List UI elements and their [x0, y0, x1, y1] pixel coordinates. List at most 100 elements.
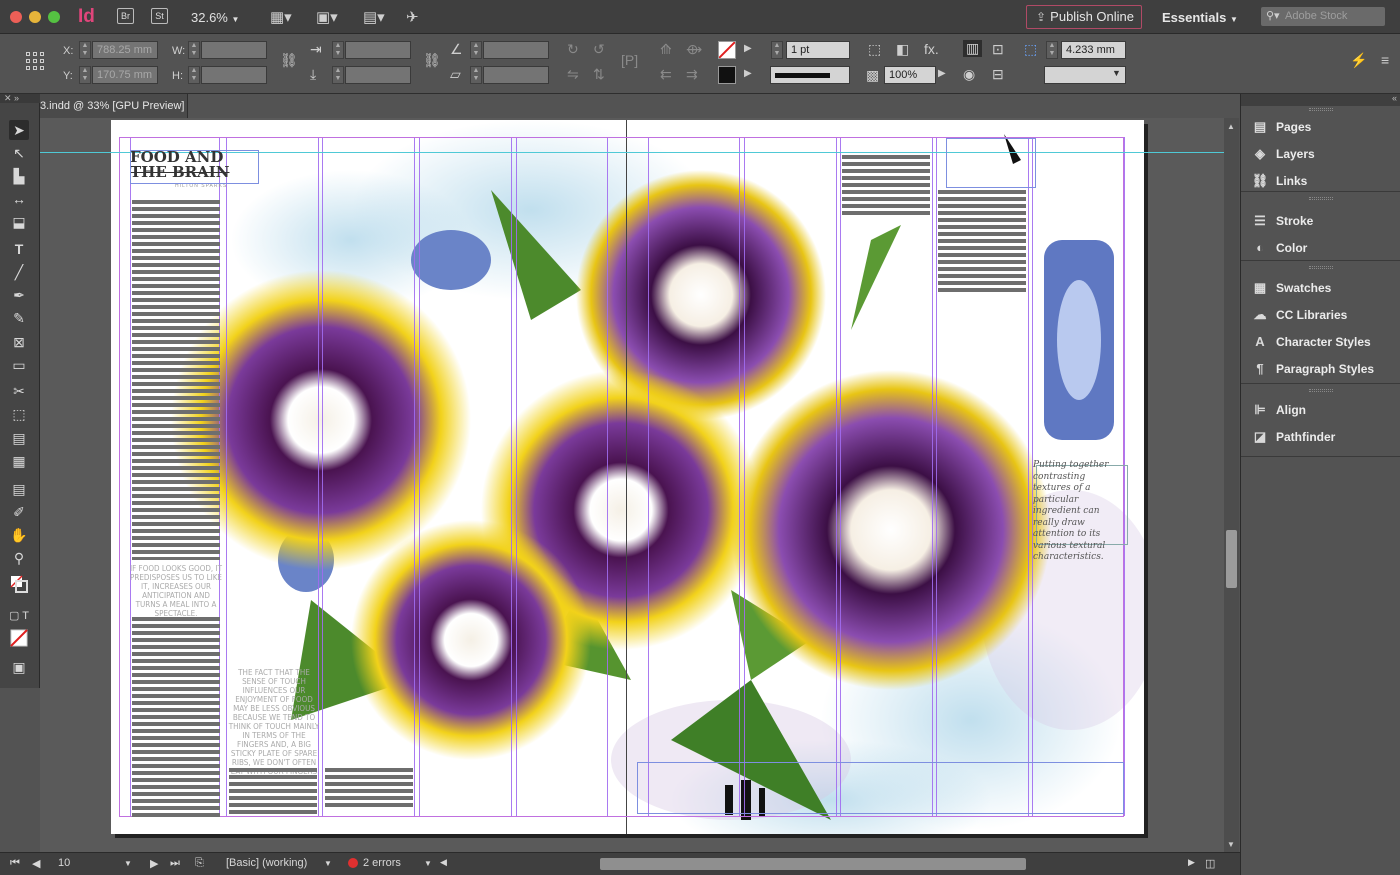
gpu-performance-icon[interactable]: ✈ [406, 8, 419, 26]
text-wrap-jump-icon[interactable]: ⊟ [992, 66, 1004, 83]
image-frame-top-right[interactable] [946, 138, 1036, 188]
bottom-image-frame[interactable] [637, 762, 1124, 814]
workspace-switcher[interactable]: Essentials ▼ [1162, 10, 1238, 25]
select-previous-icon[interactable]: ⇇ [660, 66, 672, 83]
previous-page-icon[interactable]: ◀ [32, 857, 40, 870]
flip-horizontal-icon[interactable]: ⇋ [567, 66, 579, 83]
fill-none-swatch[interactable] [718, 41, 736, 59]
select-content-icon[interactable]: ⟴ [686, 41, 702, 58]
chevron-down-icon[interactable]: ▼ [324, 859, 332, 868]
gap-stepper[interactable]: ▲ ▼ [1046, 41, 1058, 59]
pen-tool-icon[interactable]: ✒ [9, 285, 29, 305]
body-text-column-8[interactable] [938, 190, 1026, 295]
x-position-field[interactable]: 788.25 mm [92, 41, 158, 59]
stock-button[interactable]: St [151, 8, 168, 24]
horizontal-scroll-thumb[interactable] [600, 858, 1026, 870]
y-stepper[interactable]: ▲ ▼ [79, 66, 91, 84]
h-stepper[interactable]: ▲ ▼ [188, 66, 200, 84]
scale-x-field[interactable] [345, 41, 411, 59]
page-spread[interactable]: FOOD AND THE BRAIN HILTON SPARKS IF FOOD… [40, 120, 1224, 834]
direct-selection-tool-icon[interactable]: ↖ [9, 143, 29, 163]
swatches-panel-button[interactable]: ▦ Swatches [1251, 278, 1332, 298]
panel-menu-icon[interactable]: ≡ [1381, 52, 1389, 68]
headline-frame[interactable] [130, 150, 259, 184]
formatting-affects-container-icon[interactable]: ▢ T [9, 606, 29, 626]
vertical-scrollbar[interactable]: ▲ ▼ [1224, 118, 1239, 852]
color-panel-button[interactable]: ◐ Color [1251, 238, 1307, 258]
character-styles-panel-button[interactable]: A Character Styles [1251, 332, 1370, 352]
pages-panel-button[interactable]: ▤ Pages [1251, 117, 1312, 137]
fill-dropdown-icon[interactable]: ▶ [744, 43, 752, 54]
adobe-stock-search-input[interactable]: ⚲▾ Adobe Stock [1261, 7, 1385, 26]
chevron-down-icon[interactable]: ▼ [124, 859, 132, 868]
x-stepper[interactable]: ▲ ▼ [79, 41, 91, 59]
panel-dock-header[interactable]: « [1241, 93, 1400, 106]
body-text-column-1[interactable] [132, 200, 220, 560]
selection-tool-icon[interactable]: ➤ [9, 120, 29, 140]
publish-online-button[interactable]: ⇪ Publish Online [1026, 5, 1142, 29]
next-page-icon[interactable]: ▶ [150, 857, 158, 870]
opacity-field[interactable]: 100% [884, 66, 936, 84]
body-text-column-7[interactable] [842, 155, 930, 217]
cc-libraries-panel-button[interactable]: ☁ CC Libraries [1251, 305, 1348, 325]
scroll-up-icon[interactable]: ▲ [1227, 122, 1235, 131]
scissors-tool-icon[interactable]: ✂ [9, 381, 29, 401]
select-next-icon[interactable]: ⇉ [686, 66, 698, 83]
document-canvas[interactable]: FOOD AND THE BRAIN HILTON SPARKS IF FOOD… [40, 118, 1224, 852]
page-number-field[interactable]: 10 [58, 857, 70, 869]
last-page-icon[interactable]: ⏭ [170, 857, 180, 870]
arrange-documents-icon[interactable]: ▤▾ [363, 8, 385, 26]
text-wrap-bounding-icon[interactable]: ⊡ [992, 41, 1004, 58]
stroke-type-dropdown[interactable] [770, 66, 850, 84]
auto-fit-icon[interactable]: ⬚ [1024, 41, 1037, 58]
text-wrap-none-icon[interactable]: ▥ [963, 40, 983, 57]
preflight-errors[interactable]: 2 errors [363, 857, 401, 869]
layers-panel-button[interactable]: ◈ Layers [1251, 144, 1315, 164]
stroke-weight-stepper[interactable]: ▲ ▼ [771, 41, 783, 59]
shear-angle-field[interactable] [483, 66, 549, 84]
bridge-button[interactable]: Br [117, 8, 134, 24]
collapse-panels-icon[interactable]: « [1392, 93, 1397, 103]
zoom-tool-icon[interactable]: ⚲ [9, 548, 29, 568]
pull-quote-1[interactable]: IF FOOD LOOKS GOOD, IT PREDISPOSES US TO… [130, 564, 222, 618]
split-window-icon[interactable]: ◫ [1205, 857, 1215, 870]
hand-tool-icon[interactable]: ✋ [9, 525, 29, 545]
rotate-cw-icon[interactable]: ↻ [567, 41, 579, 58]
pencil-tool-icon[interactable]: ✎ [9, 308, 29, 328]
frame-fitting-icon[interactable]: ⬚ [868, 41, 881, 58]
scale-y-field[interactable] [345, 66, 411, 84]
first-page-icon[interactable]: ⏮ [10, 857, 20, 870]
document-tab[interactable]: 3.indd @ 33% [GPU Preview] [40, 94, 188, 118]
type-tool-icon[interactable]: T [9, 239, 29, 259]
vertical-scroll-thumb[interactable] [1226, 530, 1237, 588]
zoom-level-dropdown[interactable]: 32.6% ▼ [191, 10, 239, 25]
quick-apply-icon[interactable]: ⚡ [1350, 52, 1367, 69]
note-tool-icon[interactable]: ▤ [9, 479, 29, 499]
line-tool-icon[interactable]: ╱ [9, 262, 29, 282]
pull-quote-2[interactable]: THE FACT THAT THE SENSE OF TOUCH INFLUEN… [228, 668, 320, 776]
gradient-swatch-tool-icon[interactable]: ▤ [9, 428, 29, 448]
stroke-dropdown-icon[interactable]: ▶ [744, 68, 752, 79]
minimize-window-button[interactable] [29, 11, 41, 23]
w-stepper[interactable]: ▲ ▼ [188, 41, 200, 59]
rectangle-tool-icon[interactable]: ▭ [9, 355, 29, 375]
text-wrap-shape-icon[interactable]: ◉ [963, 66, 975, 83]
rotation-stepper[interactable]: ▲ ▼ [470, 41, 482, 59]
chevron-down-icon[interactable]: ▼ [424, 859, 432, 868]
screen-mode-tool-icon[interactable]: ▣ [9, 657, 29, 677]
gap-field[interactable]: 4.233 mm [1061, 41, 1126, 59]
shear-stepper[interactable]: ▲ ▼ [470, 66, 482, 84]
panel-grip[interactable] [1309, 197, 1333, 200]
constrain-scale-icon[interactable]: ⛓ [423, 52, 441, 69]
zoom-window-button[interactable] [48, 11, 60, 23]
height-field[interactable] [201, 66, 267, 84]
collapse-tools-icon[interactable]: ✕ » [0, 94, 40, 103]
gap-tool-icon[interactable]: ↔ [9, 189, 29, 209]
reference-point-icon[interactable] [26, 52, 44, 70]
fill-stroke-icon[interactable] [9, 575, 29, 595]
pathfinder-panel-button[interactable]: ◪ Pathfinder [1251, 427, 1336, 447]
flip-vertical-icon[interactable]: ⇅ [593, 66, 605, 83]
free-transform-tool-icon[interactable]: ⬚ [9, 404, 29, 424]
panel-grip[interactable] [1309, 266, 1333, 269]
scale-y-stepper[interactable]: ▲ ▼ [332, 66, 344, 84]
